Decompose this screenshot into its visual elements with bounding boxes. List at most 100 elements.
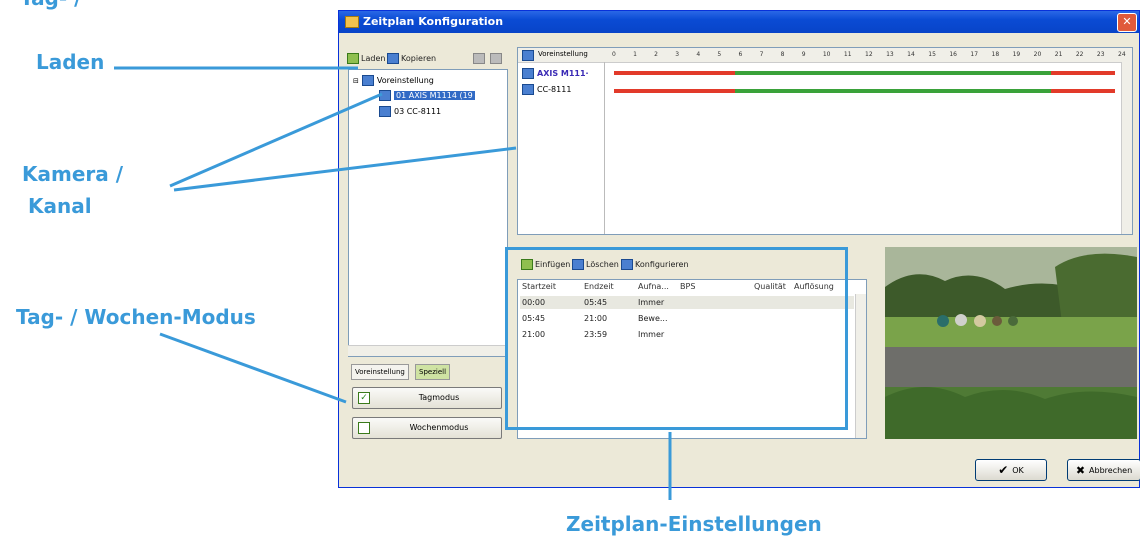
week-mode-label: Wochenmodus [409,423,469,432]
table-cell: 21:00 [522,330,546,339]
table-cell: 21:00 [584,314,608,323]
hour-tick: 10 [822,51,831,58]
copy-icon [387,53,399,64]
hour-tick: 22 [1075,51,1084,58]
delete-label: Löschen [586,260,619,269]
hour-tick: 5 [717,51,722,58]
hour-tick: 3 [675,51,680,58]
load-button[interactable]: Laden [347,53,385,64]
table-cell: Immer [638,330,665,339]
camera-tree[interactable]: ⊟ Voreinstellung 01 AXIS M1114 (19 03 CC… [348,69,508,357]
column-header[interactable]: Auflösung [794,282,834,291]
hour-tick: 12 [865,51,873,58]
folder-icon [361,75,374,86]
tree-item-camera-1[interactable]: 01 AXIS M1114 (19 [379,90,475,101]
timeline-camera-2[interactable]: CC-8111 [522,84,571,95]
ok-label: OK [1012,465,1024,475]
table-cell: 00:00 [522,298,546,307]
callout-kanal: Kanal [28,194,92,218]
column-header[interactable]: BPS [680,282,695,291]
hour-tick: 19 [1012,51,1021,58]
title-bar: Zeitplan Konfiguration ✕ [339,11,1139,33]
tab-special[interactable]: Speziell [415,364,451,380]
paste-icon [473,53,485,64]
paste-button[interactable] [473,53,485,64]
copy-label: Kopieren [401,54,437,63]
camera-icon [522,84,534,95]
close-icon[interactable]: ✕ [1117,13,1137,32]
x-icon: ✖ [1075,463,1086,477]
callout-modus: Tag- / Wochen-Modus [16,305,256,329]
week-mode-button[interactable]: Wochenmodus [352,417,502,439]
callout-kamera: Kamera / [22,162,124,186]
column-header[interactable]: Startzeit [522,282,556,291]
table-row-selected[interactable] [520,296,854,309]
week-mode-checkbox[interactable] [358,422,370,434]
cancel-label: Abbrechen [1089,465,1133,475]
callout-top-partial: Tag- / [20,0,81,10]
schedule-timeline[interactable]: Voreinstellung 0 1 2 3 4 5 6 7 8 9 10 11 12 13 14 15 16 1… [517,47,1133,235]
collapse-icon[interactable]: ⊟ [353,77,359,85]
timeline-camera-1[interactable]: AXIS M111· [522,68,589,79]
hour-tick: 7 [759,51,764,58]
tree-item-camera-2[interactable]: 03 CC-8111 [379,106,441,117]
insert-icon [521,259,533,270]
timeline-scrollbar[interactable] [1121,62,1132,234]
camera-label: CC-8111 [537,85,572,94]
hour-tick: 17 [970,51,979,58]
delete-icon [490,53,502,64]
table-cell: Immer [638,298,665,307]
tree-root[interactable]: ⊟ Voreinstellung [353,75,434,86]
day-mode-button[interactable]: ✓ Tagmodus [352,387,502,409]
hour-tick: 20 [1033,51,1042,58]
hour-tick: 6 [738,51,743,58]
column-header[interactable]: Endzeit [584,282,614,291]
hour-tick: 8 [780,51,785,58]
load-icon [347,53,359,64]
column-header[interactable]: Aufna... [638,282,669,291]
timeline-divider [604,62,605,234]
timeline-header: Voreinstellung 0 1 2 3 4 5 6 7 8 9 10 11 12 13 14 15 16 1… [518,48,1132,63]
schedule-bar-always[interactable] [1051,71,1115,75]
day-mode-checkbox[interactable]: ✓ [358,392,370,404]
window-title: Zeitplan Konfiguration [363,15,504,28]
camera-preview-scene [885,247,1137,439]
schedule-bar-motion[interactable] [735,89,1051,93]
camera-icon [522,68,534,79]
tree-root-label: Voreinstellung [376,76,434,85]
hour-tick: 24 [1118,51,1126,58]
hour-tick: 1 [633,51,637,58]
delete-button[interactable]: Löschen [572,259,619,270]
camera-preview-image [885,247,1137,439]
copy-button[interactable]: Kopieren [387,53,436,64]
hour-tick: 0 [612,51,616,58]
schedule-bar-always[interactable] [1051,89,1115,93]
hour-tick: 2 [654,51,658,58]
delete-icon [572,259,584,270]
schedule-bar-motion[interactable] [735,71,1051,75]
schedule-bar-always[interactable] [614,89,735,93]
callout-zeitplan: Zeitplan-Einstellungen [566,512,822,536]
configure-label: Konfigurieren [635,260,689,269]
camera-label: AXIS M111· [537,69,589,78]
camera-icon [379,106,391,117]
timeline-header-label: Voreinstellung [538,50,588,58]
ok-button[interactable]: ✔ OK [975,459,1047,481]
table-cell: Bewe... [638,314,668,323]
insert-button[interactable]: Einfügen [521,259,570,270]
tree-item-label: 01 AXIS M1114 (19 [394,91,475,100]
table-scrollbar[interactable] [855,294,866,438]
table-cell: 05:45 [522,314,546,323]
configure-button[interactable]: Konfigurieren [621,259,689,270]
hour-tick: 16 [949,51,957,58]
tab-preset[interactable]: Voreinstellung [351,364,409,380]
schedule-bar-always[interactable] [614,71,735,75]
hour-tick: 13 [886,51,894,58]
tree-scrollbar[interactable] [348,345,506,356]
preset-icon [522,50,534,61]
column-header[interactable]: Qualität [754,282,786,291]
schedule-entries-table[interactable]: Startzeit Endzeit Aufna... BPS Qualität … [517,279,867,439]
hour-tick: 4 [696,51,701,58]
delete-preset-button[interactable] [490,53,502,64]
cancel-button[interactable]: ✖ Abbrechen [1067,459,1140,481]
